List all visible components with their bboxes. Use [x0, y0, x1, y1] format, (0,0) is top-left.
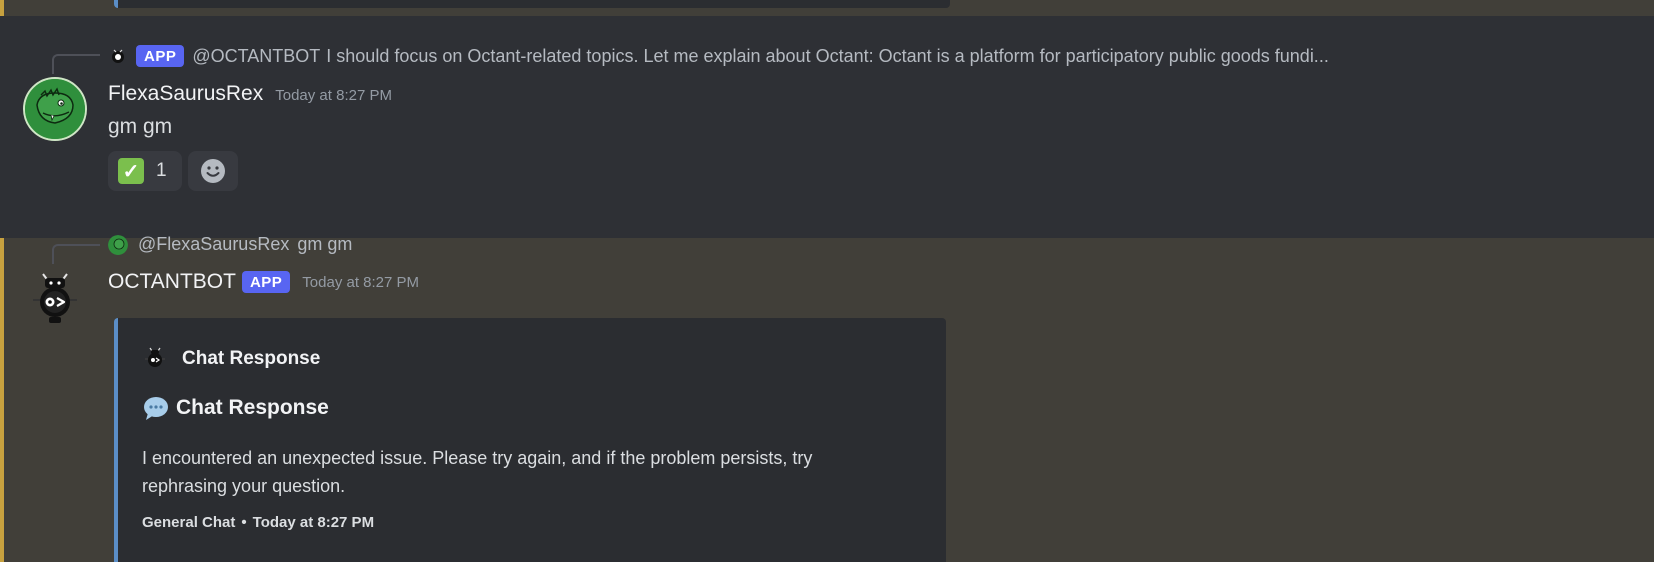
embed-footer-text: General Chat [142, 514, 236, 531]
app-badge: APP [136, 45, 185, 67]
reaction-count: 1 [156, 160, 167, 181]
username[interactable]: FlexaSaurusRex [108, 82, 263, 106]
reaction-check[interactable]: ✓ 1 [108, 151, 182, 191]
octantbot-robot-icon [33, 273, 77, 323]
embed-author-name: Chat Response [182, 348, 321, 369]
reply-author[interactable]: @FlexaSaurusRex [138, 234, 289, 255]
flexasaurusrex-mini-avatar-icon [108, 234, 128, 255]
footer-separator: • [241, 514, 247, 531]
dinosaur-avatar-icon [25, 79, 85, 139]
smiley-icon [201, 159, 225, 183]
reply-connector [52, 54, 100, 74]
check-mark-icon: ✓ [118, 158, 144, 184]
username[interactable]: OCTANTBOT [108, 270, 236, 294]
reply-text[interactable]: I should focus on Octant-related topics.… [326, 46, 1329, 67]
message-header: OCTANTBOT APP Today at 8:27 PM [108, 270, 419, 294]
reply-text[interactable]: gm gm [297, 234, 352, 255]
timestamp[interactable]: Today at 8:27 PM [275, 87, 392, 104]
embed-card: Chat Response Chat Response I encountere… [114, 318, 946, 562]
message-header: FlexaSaurusRex Today at 8:27 PM [108, 82, 392, 106]
reply-connector [52, 244, 100, 264]
octantbot-avatar[interactable] [23, 268, 87, 332]
message-text: gm gm [108, 115, 173, 138]
flexasaurusrex-avatar[interactable] [23, 77, 87, 141]
embed-footer-time: Today at 8:27 PM [252, 514, 375, 531]
octantbot-mini-avatar-icon [112, 49, 124, 63]
reply-preview[interactable]: APP @OCTANTBOT I should focus on Octant-… [108, 45, 1329, 67]
reply-author[interactable]: @OCTANTBOT [192, 46, 320, 67]
speech-balloon-icon [144, 397, 168, 420]
add-reaction-button[interactable] [188, 151, 238, 191]
embed-description: I encountered an unexpected issue. Pleas… [142, 448, 813, 496]
embed-title: Chat Response [142, 394, 329, 422]
octantbot-embed-icon [145, 347, 165, 367]
embed-title-text: Chat Response [176, 396, 329, 419]
reply-preview[interactable]: @FlexaSaurusRex gm gm [108, 234, 352, 255]
app-badge: APP [241, 271, 291, 293]
previous-embed [114, 0, 950, 8]
embed-author: Chat Response [142, 346, 320, 372]
embed-footer: General Chat • Today at 8:27 PM [142, 514, 374, 531]
timestamp[interactable]: Today at 8:27 PM [302, 274, 419, 291]
